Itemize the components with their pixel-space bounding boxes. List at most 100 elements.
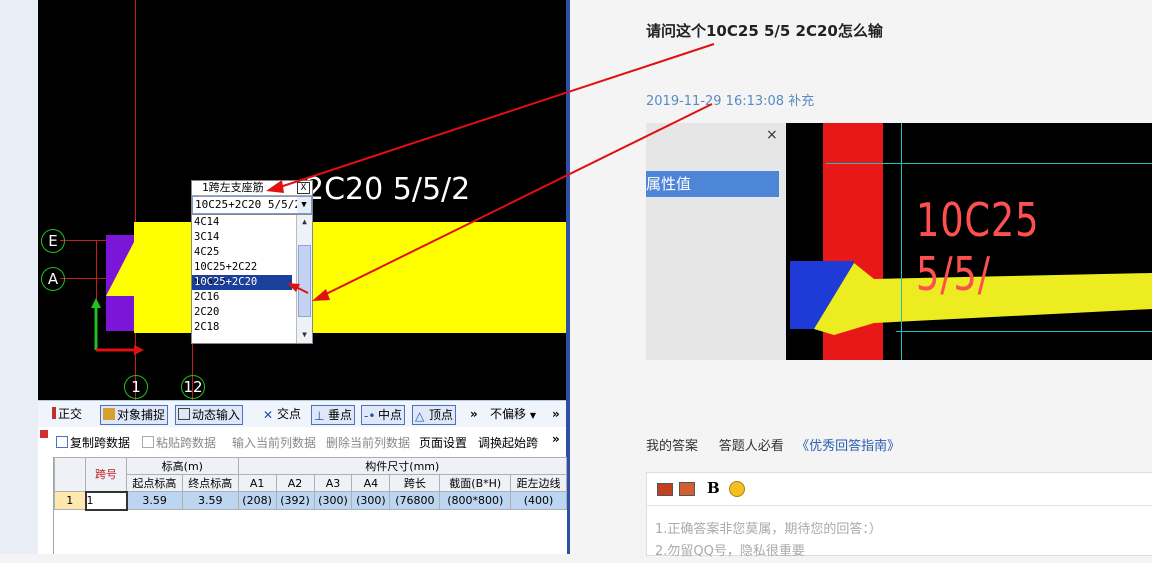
cad-window: E A 1 12 2C20 5/5/2 1跨左支座筋 X 10C25+2C20 …: [0, 0, 570, 554]
more-icon[interactable]: »: [470, 405, 478, 423]
col-section: 截面(B*H): [439, 474, 512, 492]
snap-icon: [103, 408, 115, 420]
dropdown-option[interactable]: 2C20: [192, 305, 292, 320]
rebar-dropdown[interactable]: 1跨左支座筋 X 10C25+2C20 5/5/2 ▼ 4C14 3C14 4C25…: [191, 180, 313, 344]
question-timestamp: 2019-11-29 16:13:08 补充: [646, 94, 815, 109]
close-icon[interactable]: X: [297, 182, 310, 194]
close-icon[interactable]: [40, 430, 48, 438]
row-header-corner: [54, 457, 86, 492]
editor-placeholder: 1.正确答案非您莫属，期待您的回答：） 2.勿留QQ号，隐私很重要: [655, 519, 882, 563]
snap-label: 对象捕捉: [117, 408, 166, 422]
placeholder-line-1: 1.正确答案非您莫属，期待您的回答：）: [655, 522, 882, 537]
dropdown-current-text: 10C25+2C20 5/5/2: [195, 198, 301, 211]
col-start-elev: 起点标高: [126, 474, 183, 492]
start-elev-cell[interactable]: 3.59: [126, 491, 183, 510]
table-row[interactable]: 1 1 3.59 3.59 (208) (392) (300) (300) (7…: [54, 490, 567, 511]
intersect-label: 交点: [277, 407, 302, 421]
paste-span-button[interactable]: 粘贴跨数据: [142, 434, 216, 451]
col-a2: A2: [275, 474, 315, 492]
page-setup-button[interactable]: 页面设置: [419, 434, 467, 451]
end-elev-cell[interactable]: 3.59: [181, 491, 239, 510]
span-data-grid[interactable]: 跨号 标高(m) 构件尺寸(mm) 起点标高 终点标高 A1 A2 A3 A4 …: [53, 457, 568, 554]
my-answer-label: 我的答案: [646, 439, 699, 454]
answer-editor[interactable]: B 1.正确答案非您莫属，期待您的回答：） 2.勿留QQ号，隐私很重要: [646, 472, 1152, 559]
ucs-icon: [91, 298, 144, 355]
copy-label: 复制跨数据: [70, 436, 131, 450]
dynamic-input-button[interactable]: 动态输入: [175, 405, 244, 425]
paste-icon: [142, 436, 154, 448]
midpoint-icon: -•: [364, 409, 376, 423]
a2-cell[interactable]: (392): [275, 491, 315, 510]
edge-distance-cell[interactable]: (400): [510, 491, 567, 510]
dropdown-list[interactable]: 4C143C144C2510C25+2C22 5/5/210C25+2C20 5…: [192, 214, 312, 343]
mid-label: 中点: [378, 408, 403, 422]
col-a4: A4: [351, 474, 391, 492]
a1-cell[interactable]: (208): [237, 491, 277, 510]
dropdown-option[interactable]: 3C14: [192, 230, 292, 245]
dropdown-option[interactable]: 4C14: [192, 215, 292, 230]
offset-select[interactable]: 不偏移 ▼: [490, 405, 536, 423]
chevron-down-icon: ▼: [529, 411, 536, 420]
dropdown-title: 1跨左支座筋 X: [192, 181, 312, 196]
more-icon[interactable]: »: [552, 432, 560, 446]
dropdown-option[interactable]: 2C16: [192, 290, 292, 305]
axis-1-label: 1: [124, 375, 148, 399]
dyn-label: 动态输入: [192, 408, 241, 422]
dropdown-option[interactable]: 4C25: [192, 245, 292, 260]
col-a3: A3: [313, 474, 353, 492]
more-icon[interactable]: »: [552, 405, 560, 423]
grid-toolbar: 复制跨数据 粘贴跨数据 输入当前列数据 删除当前列数据 页面设置 调换起始跨 »: [38, 428, 566, 456]
snap-toolbar: 正交 对象捕捉 动态输入 ✕ 交点 ⊥ 垂点 -• 中点 △ 顶点 » 不偏移 ▼ »: [38, 400, 566, 427]
scrollbar[interactable]: ▲ ▼: [296, 215, 312, 343]
vertex-button[interactable]: △ 顶点: [412, 405, 457, 425]
copy-span-button[interactable]: 复制跨数据: [56, 434, 130, 451]
photo-panel-label: 属性值: [646, 171, 779, 197]
question-photo[interactable]: 属性值 × 10C25 5/5/: [646, 123, 1152, 360]
midpoint-button[interactable]: -• 中点: [361, 405, 406, 425]
scroll-thumb[interactable]: [298, 245, 311, 317]
ortho-button[interactable]: 正交: [52, 405, 82, 423]
axis-12-label: 12: [181, 375, 205, 399]
col-elevation: 标高(m): [126, 457, 239, 475]
span-table: 跨号 标高(m) 构件尺寸(mm) 起点标高 终点标高 A1 A2 A3 A4 …: [54, 457, 568, 511]
scroll-up-icon[interactable]: ▲: [298, 216, 311, 228]
emoji-icon[interactable]: [729, 481, 745, 497]
must-read-label: 答题人必看: [718, 439, 784, 454]
perpendicular-button[interactable]: ⊥ 垂点: [311, 405, 356, 425]
insert-image-icon[interactable]: [679, 482, 695, 496]
perpendicular-icon: ⊥: [314, 409, 325, 423]
dropdown-title-text: 1跨左支座筋: [202, 181, 264, 194]
image-icon[interactable]: [657, 483, 673, 496]
ortho-icon: [52, 407, 56, 419]
a4-cell[interactable]: (300): [351, 491, 391, 510]
photo-rebar-label: 10C25 5/5/: [916, 193, 1040, 301]
span-cell[interactable]: 1: [84, 490, 128, 511]
bold-button[interactable]: B: [707, 479, 720, 497]
dropdown-option[interactable]: 10C25+2C22 5/5/2: [192, 260, 292, 288]
chevron-down-icon[interactable]: ▼: [297, 197, 311, 213]
dropdown-current-value[interactable]: 10C25+2C20 5/5/2 ▼: [192, 196, 312, 214]
col-span-length: 跨长: [389, 474, 441, 492]
cad-left-strip: [0, 0, 38, 554]
drawing-canvas[interactable]: E A 1 12 2C20 5/5/2 1跨左支座筋 X 10C25+2C20 …: [38, 0, 566, 400]
guide-link[interactable]: 《优秀回答指南》: [796, 439, 900, 454]
section-cell[interactable]: (800*800): [439, 491, 512, 510]
intersection-icon: ✕: [263, 408, 274, 422]
intersection-button[interactable]: ✕ 交点: [263, 405, 301, 423]
answer-header: 我的答案 答题人必看 《优秀回答指南》: [646, 435, 900, 454]
axis-e-label: E: [41, 229, 65, 253]
col-a1: A1: [237, 474, 277, 492]
perp-label: 垂点: [328, 408, 353, 422]
object-snap-button[interactable]: 对象捕捉: [100, 405, 169, 425]
span-length-cell[interactable]: (76800: [389, 491, 441, 510]
col-span-no: 跨号: [85, 457, 127, 492]
scroll-down-icon[interactable]: ▼: [298, 329, 311, 341]
dropdown-option[interactable]: 2C18: [192, 320, 292, 335]
dropdown-option[interactable]: 10C25+2C20 5/5/2: [192, 275, 292, 303]
input-column-button[interactable]: 输入当前列数据: [232, 434, 316, 451]
col-edge-distance: 距左边线: [510, 474, 567, 492]
adjust-start-button[interactable]: 调换起始跨: [478, 434, 538, 451]
delete-column-button[interactable]: 删除当前列数据: [326, 434, 410, 451]
question-title: 请问这个10C25 5/5 2C20怎么输: [646, 22, 883, 40]
a3-cell[interactable]: (300): [313, 491, 353, 510]
